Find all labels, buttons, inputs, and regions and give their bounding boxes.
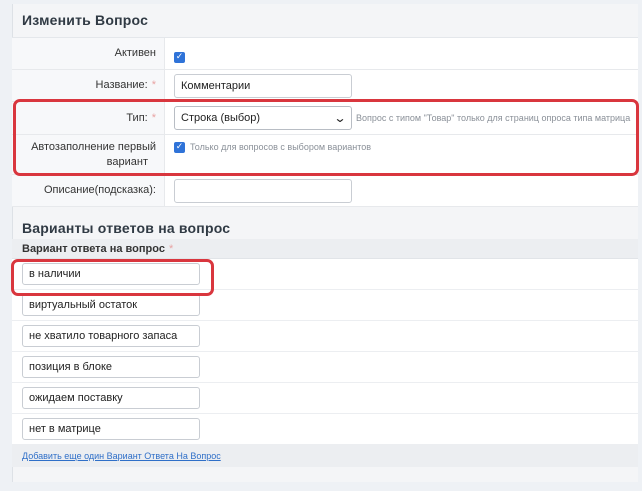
answers-table: Вариант ответа на вопрос * в наличии вирт… bbox=[12, 239, 638, 467]
answer-row: в наличии bbox=[12, 259, 638, 290]
chevron-down-icon: ⌄ bbox=[333, 111, 347, 125]
answer-input[interactable]: в наличии bbox=[22, 263, 200, 285]
type-label: Тип: * bbox=[12, 102, 165, 134]
answer-input[interactable]: позиция в блоке bbox=[22, 356, 200, 378]
description-input[interactable] bbox=[174, 178, 352, 203]
row-type: Тип: * Строка (выбор) ⌄ Вопрос с типом "Т… bbox=[12, 102, 638, 135]
active-label: Активен bbox=[12, 38, 165, 69]
name-label: Название: * bbox=[12, 70, 165, 101]
answers-column-header: Вариант ответа на вопрос * bbox=[12, 239, 638, 259]
answer-input[interactable]: виртуальный остаток bbox=[22, 294, 200, 316]
row-autofill: Автозаполнение первый вариант ✓ Только д… bbox=[12, 135, 638, 175]
name-input[interactable]: Комментарии bbox=[174, 73, 352, 98]
answer-input[interactable]: не хватило товарного запаса bbox=[22, 325, 200, 347]
answer-row: не хватило товарного запаса bbox=[12, 321, 638, 352]
type-hint: Вопрос с типом "Товар" только для страни… bbox=[356, 113, 631, 123]
answer-row: позиция в блоке bbox=[12, 352, 638, 383]
add-answer-link[interactable]: Добавить еще один Вариант Ответа На Вопр… bbox=[22, 451, 221, 461]
answers-title: Варианты ответов на вопрос bbox=[22, 220, 231, 236]
autofill-hint: Только для вопросов с выбором вариантов bbox=[190, 142, 372, 152]
answer-row: ожидаем поставку bbox=[12, 383, 638, 414]
row-description: Описание(подсказка): bbox=[12, 175, 638, 207]
answer-row: виртуальный остаток bbox=[12, 290, 638, 321]
answer-input[interactable]: ожидаем поставку bbox=[22, 387, 200, 409]
answer-input[interactable]: нет в матрице bbox=[22, 418, 200, 440]
row-name: Название: * Комментарии bbox=[12, 70, 638, 102]
type-select[interactable]: Строка (выбор) ⌄ bbox=[174, 106, 352, 130]
active-checkbox[interactable]: ✓ bbox=[174, 52, 185, 63]
answer-row: нет в матрице bbox=[12, 414, 638, 445]
autofill-checkbox[interactable]: ✓ bbox=[174, 142, 185, 153]
form-title: Изменить Вопрос bbox=[22, 12, 149, 28]
row-active: Активен ✓ bbox=[12, 38, 638, 70]
question-form: Активен ✓ Название: * Комментарии Тип: * С… bbox=[12, 37, 638, 207]
autofill-label: Автозаполнение первый вариант bbox=[12, 135, 165, 174]
description-label: Описание(подсказка): bbox=[12, 175, 165, 206]
answers-footer: Добавить еще один Вариант Ответа На Вопр… bbox=[12, 445, 638, 467]
